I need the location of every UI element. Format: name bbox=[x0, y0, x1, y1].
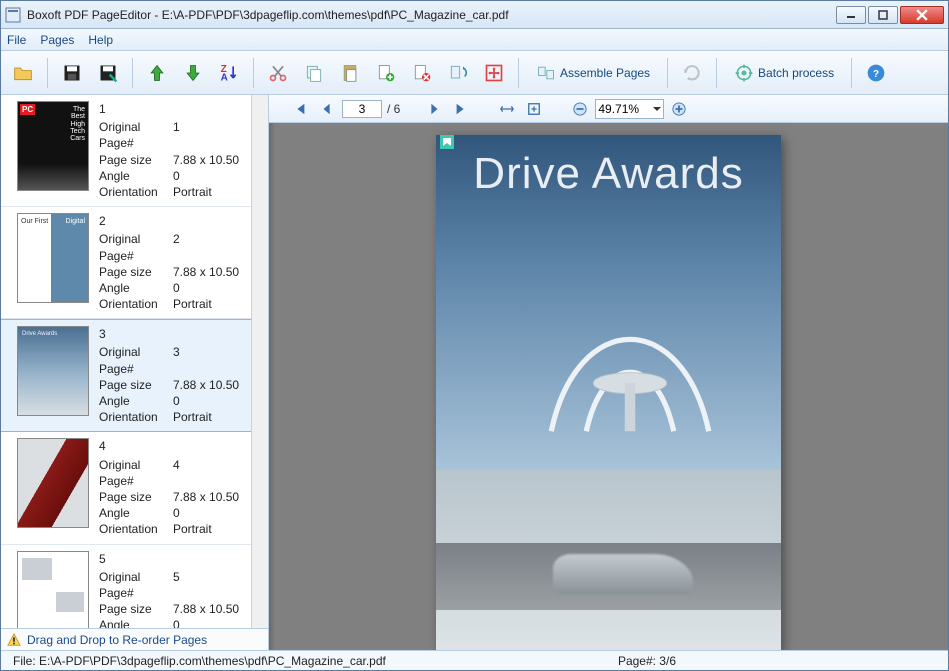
zoom-in-button[interactable] bbox=[667, 98, 691, 120]
thumbnail-meta: 2 Original Page#2 Page size7.88 x 10.50 … bbox=[99, 213, 260, 312]
insert-button[interactable] bbox=[370, 57, 402, 89]
assemble-label: Assemble Pages bbox=[560, 66, 650, 80]
help-button[interactable]: ? bbox=[860, 57, 892, 89]
thumbnail-list[interactable]: The Best High Tech Cars 1 Original Page#… bbox=[1, 95, 268, 628]
toolbar: ZA Assemble Pages Batch process ? bbox=[1, 51, 948, 95]
thumbnail-item-3[interactable]: 3 Original Page#3 Page size7.88 x 10.50 … bbox=[1, 319, 268, 432]
paste-button[interactable] bbox=[334, 57, 366, 89]
page-canvas[interactable]: Drive Awards bbox=[269, 123, 948, 650]
cut-button[interactable] bbox=[262, 57, 294, 89]
last-page-button[interactable] bbox=[449, 98, 473, 120]
zoom-select[interactable]: 49.71% bbox=[595, 99, 664, 119]
zoom-out-button[interactable] bbox=[568, 98, 592, 120]
zoom-value: 49.71% bbox=[598, 102, 639, 116]
chevron-down-icon bbox=[653, 105, 661, 113]
fit-width-button[interactable] bbox=[495, 98, 519, 120]
thumbnail-item-4[interactable]: 4 Original Page#4 Page size7.88 x 10.50 … bbox=[1, 432, 268, 544]
thumbnail-image bbox=[17, 438, 89, 528]
page-preview: Drive Awards bbox=[436, 135, 781, 650]
close-button[interactable] bbox=[900, 6, 944, 24]
menu-help[interactable]: Help bbox=[88, 33, 113, 47]
separator bbox=[667, 58, 668, 88]
thumbnail-item-2[interactable]: 2 Original Page#2 Page size7.88 x 10.50 … bbox=[1, 207, 268, 319]
titlebar: Boxoft PDF PageEditor - E:\A-PDF\PDF\3dp… bbox=[1, 1, 948, 29]
viewer: / 6 49.71% bbox=[269, 95, 948, 650]
thumbnail-sidebar: The Best High Tech Cars 1 Original Page#… bbox=[1, 95, 269, 650]
fit-button[interactable] bbox=[478, 57, 510, 89]
thumbnail-image: The Best High Tech Cars bbox=[17, 101, 89, 191]
thumbnail-image bbox=[17, 551, 89, 629]
warning-icon bbox=[7, 633, 21, 647]
delete-button[interactable] bbox=[406, 57, 438, 89]
prev-page-button[interactable] bbox=[315, 98, 339, 120]
first-page-button[interactable] bbox=[288, 98, 312, 120]
rotate-button[interactable] bbox=[442, 57, 474, 89]
bookmark-icon bbox=[440, 135, 454, 149]
next-page-button[interactable] bbox=[422, 98, 446, 120]
nav-toolbar: / 6 49.71% bbox=[269, 95, 948, 123]
svg-text:A: A bbox=[221, 72, 228, 83]
move-down-button[interactable] bbox=[177, 57, 209, 89]
scrollbar[interactable] bbox=[251, 95, 268, 628]
separator bbox=[253, 58, 254, 88]
assemble-pages-button[interactable]: Assemble Pages bbox=[527, 57, 659, 89]
menu-file[interactable]: File bbox=[7, 33, 26, 47]
status-page: Page#: 3/6 bbox=[612, 654, 682, 668]
app-icon bbox=[5, 7, 21, 23]
thumbnail-meta: 3 Original Page#3 Page size7.88 x 10.50 … bbox=[99, 326, 260, 425]
minimize-button[interactable] bbox=[836, 6, 866, 24]
sort-button[interactable]: ZA bbox=[213, 57, 245, 89]
copy-button[interactable] bbox=[298, 57, 330, 89]
menubar: File Pages Help bbox=[1, 29, 948, 51]
separator bbox=[132, 58, 133, 88]
thumbnail-image bbox=[17, 326, 89, 416]
thumbnail-item-5[interactable]: 5 Original Page#5 Page size7.88 x 10.50 … bbox=[1, 545, 268, 629]
status-file: File: E:\A-PDF\PDF\3dpageflip.com\themes… bbox=[7, 654, 392, 668]
undo-button[interactable] bbox=[676, 57, 708, 89]
page-number-input[interactable] bbox=[342, 100, 382, 118]
thumbnail-meta: 4 Original Page#4 Page size7.88 x 10.50 … bbox=[99, 438, 260, 537]
open-button[interactable] bbox=[7, 57, 39, 89]
save-button[interactable] bbox=[56, 57, 88, 89]
move-up-button[interactable] bbox=[141, 57, 173, 89]
fit-page-button[interactable] bbox=[522, 98, 546, 120]
thumbnail-meta: 5 Original Page#5 Page size7.88 x 10.50 … bbox=[99, 551, 260, 629]
separator bbox=[47, 58, 48, 88]
separator bbox=[851, 58, 852, 88]
theme-building-graphic bbox=[540, 300, 720, 440]
batch-process-button[interactable]: Batch process bbox=[725, 57, 843, 89]
svg-text:?: ? bbox=[873, 69, 879, 80]
save-as-button[interactable] bbox=[92, 57, 124, 89]
page-headline: Drive Awards bbox=[436, 149, 781, 199]
statusbar: File: E:\A-PDF\PDF\3dpageflip.com\themes… bbox=[1, 650, 948, 670]
thumbnail-meta: 1 Original Page#1 Page size7.88 x 10.50 … bbox=[99, 101, 260, 200]
separator bbox=[518, 58, 519, 88]
thumbnail-item-1[interactable]: The Best High Tech Cars 1 Original Page#… bbox=[1, 95, 268, 207]
car-graphic bbox=[553, 554, 693, 594]
maximize-button[interactable] bbox=[868, 6, 898, 24]
thumbnail-image bbox=[17, 213, 89, 303]
separator bbox=[716, 58, 717, 88]
sidebar-hint: Drag and Drop to Re-order Pages bbox=[27, 633, 207, 647]
batch-label: Batch process bbox=[758, 66, 834, 80]
page-total: / 6 bbox=[387, 102, 400, 116]
menu-pages[interactable]: Pages bbox=[40, 33, 74, 47]
window-title: Boxoft PDF PageEditor - E:\A-PDF\PDF\3dp… bbox=[27, 8, 836, 22]
sidebar-footer: Drag and Drop to Re-order Pages bbox=[1, 628, 268, 650]
